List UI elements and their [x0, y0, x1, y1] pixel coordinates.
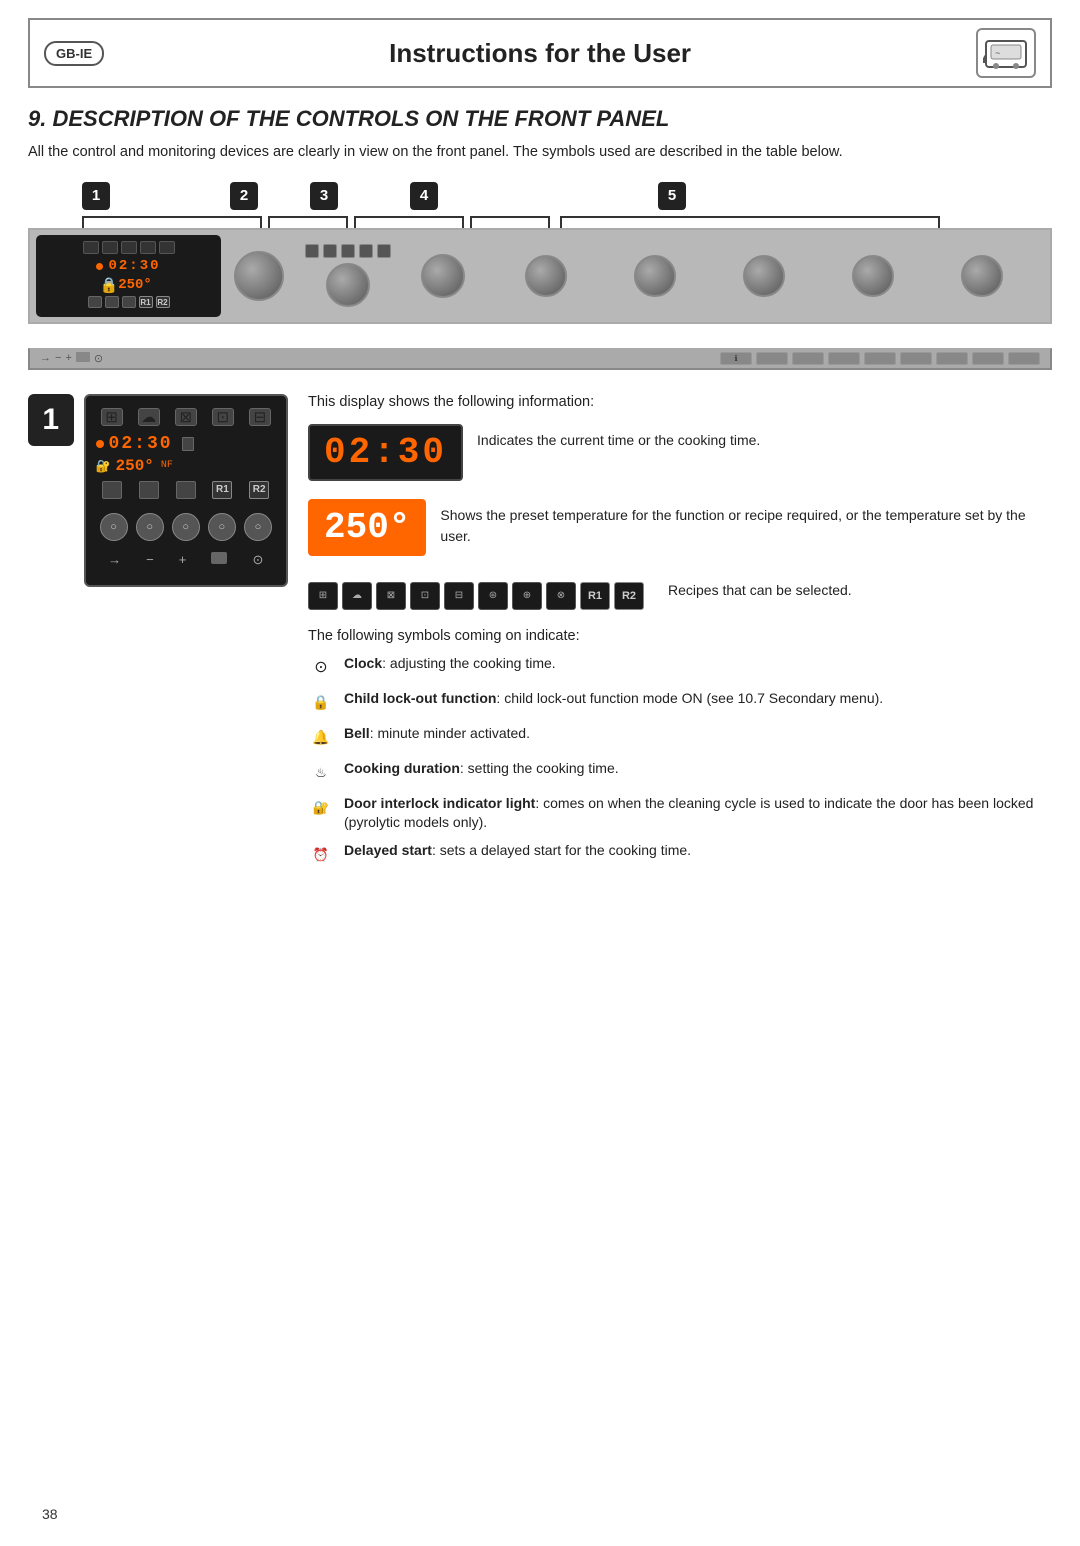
header: GB-IE Instructions for the User ~	[28, 18, 1052, 88]
appliance-icon: ~	[976, 28, 1036, 78]
knob-6[interactable]	[743, 255, 785, 297]
knob-3[interactable]	[421, 254, 465, 298]
clock-icon: ⊙	[308, 655, 334, 681]
knob-2[interactable]	[326, 263, 370, 307]
page-title: Instructions for the User	[104, 38, 976, 69]
page-number: 38	[42, 1506, 58, 1522]
section-title: 9. DESCRIPTION OF THE CONTROLS ON THE FR…	[28, 106, 1052, 132]
knob-4[interactable]	[525, 255, 567, 297]
temp-display-box: 250°	[308, 499, 426, 556]
panel-label-5: 5	[658, 182, 686, 210]
symbol-cooking: ♨ Cooking duration: setting the cooking …	[308, 759, 1052, 786]
following-symbols-header: The following symbols coming on indicate…	[308, 628, 1052, 644]
section-intro: All the control and monitoring devices a…	[28, 142, 1052, 164]
display-description-text: This display shows the following informa…	[308, 394, 1052, 876]
panel-label-4: 4	[410, 182, 438, 210]
panel-label-2: 2	[230, 182, 258, 210]
language-badge: GB-IE	[44, 41, 104, 66]
knob-8[interactable]	[961, 255, 1003, 297]
time-description: Indicates the current time or the cookin…	[477, 424, 1052, 451]
main-content: 9. DESCRIPTION OF THE CONTROLS ON THE FR…	[28, 106, 1052, 876]
temp-description: Shows the preset temperature for the fun…	[440, 499, 1052, 547]
bell-icon: 🔔	[308, 725, 334, 751]
symbol-doorlock: 🔐 Door interlock indicator light: comes …	[308, 794, 1052, 833]
symbol-list: ⊙ Clock: adjusting the cooking time. 🔒 C…	[308, 654, 1052, 868]
recipe-icons: ⊞ ☁ ⊠ ⊡ ⊟ ⊛ ⊕ ⊗ R1 R2	[308, 582, 644, 610]
childlock-icon: 🔒	[308, 690, 334, 716]
display-info-header: This display shows the following informa…	[308, 394, 1052, 410]
section-badge: 1	[28, 394, 74, 446]
panel-label-1: 1	[82, 182, 110, 210]
knob-7[interactable]	[852, 255, 894, 297]
time-display-row: 02:30 Indicates the current time or the …	[308, 424, 1052, 489]
time-display-box: 02:30	[308, 424, 463, 481]
section1-description: 1 ⊞ ☁ ⊠ ⊡ ⊟ 02:30	[28, 394, 1052, 876]
front-panel-image: 02:30 🔒 250° R1 R2	[28, 228, 1052, 324]
panel-label-3: 3	[310, 182, 338, 210]
symbol-bell: 🔔 Bell: minute minder activated.	[308, 724, 1052, 751]
recipes-row: ⊞ ☁ ⊠ ⊡ ⊟ ⊛ ⊕ ⊗ R1 R2 Recipes that can b…	[308, 574, 1052, 618]
recipes-description: Recipes that can be selected.	[658, 574, 1052, 601]
display-panel-mockup: ⊞ ☁ ⊠ ⊡ ⊟ 02:30 🔐 250°	[84, 394, 288, 587]
symbol-childlock: 🔒 Child lock-out function: child lock-ou…	[308, 689, 1052, 716]
knob-1[interactable]	[234, 251, 284, 301]
panel-diagram: 1 2 3 4 5	[28, 182, 1052, 370]
door-interlock-icon: 🔐	[308, 795, 334, 821]
symbol-delayed-start: ⏰ Delayed start: sets a delayed start fo…	[308, 841, 1052, 868]
knob-5[interactable]	[634, 255, 676, 297]
temp-display-row: 250° Shows the preset temperature for th…	[308, 499, 1052, 564]
delayed-start-icon: ⏰	[308, 842, 334, 868]
cooking-duration-icon: ♨	[308, 760, 334, 786]
svg-text:~: ~	[995, 49, 1000, 59]
symbol-clock: ⊙ Clock: adjusting the cooking time.	[308, 654, 1052, 681]
display-mockup-area: 1 ⊞ ☁ ⊠ ⊡ ⊟ 02:30	[28, 394, 288, 876]
